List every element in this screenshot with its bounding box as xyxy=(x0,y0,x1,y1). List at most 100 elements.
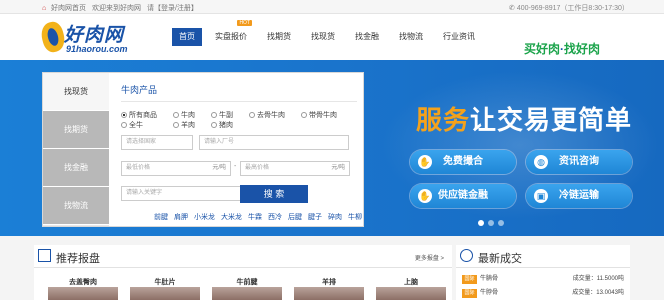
deal-qty-value: 11.5000吨 xyxy=(596,276,624,282)
phone-icon: ✆ xyxy=(509,5,515,12)
tab-futures[interactable]: 找期货 xyxy=(43,111,109,149)
nav-item-label: 行业资讯 xyxy=(443,32,475,41)
radio-circle-icon xyxy=(121,122,127,128)
consulting-button[interactable]: ◍ 资讯咨询 xyxy=(526,150,632,174)
site-logo[interactable]: 好肉网 91haorou.com xyxy=(38,19,142,56)
hot-tags: 前腱 肩胛 小米龙 大米龙 牛霖 西冷 后腱 腱子 碎肉 牛柳 xyxy=(154,212,362,222)
carousel-dots xyxy=(478,220,504,226)
nav-item-label: 首页 xyxy=(179,32,195,41)
slogan-part1: 买好肉 xyxy=(524,42,561,56)
tab-spot[interactable]: 找现货 xyxy=(43,73,109,111)
more-offers-link[interactable]: 更多报盘 > xyxy=(415,253,444,262)
radio-circle-icon xyxy=(173,112,179,118)
max-price-placeholder: 最高价格 xyxy=(245,165,270,171)
top-bar: ⌂ 好肉网首页 欢迎来到好肉网 请【登录/注册】 ✆ 400-969-8917（… xyxy=(0,0,664,14)
radio-whole-cattle[interactable]: 全牛 xyxy=(121,120,143,130)
radio-bone-in-beef[interactable]: 带骨牛肉 xyxy=(301,110,337,120)
nav-item-label: 找现货 xyxy=(311,32,335,41)
header-slogan: 买好肉·找好肉 xyxy=(524,40,600,57)
carousel-dot[interactable] xyxy=(488,220,494,226)
product-name[interactable]: 牛肚片 xyxy=(130,277,200,287)
nav-item-quotes[interactable]: 实盘报价 HOT xyxy=(208,20,254,46)
min-price-placeholder: 最低价格 xyxy=(126,165,151,171)
chart-icon xyxy=(38,249,51,262)
tag-link[interactable]: 小米龙 xyxy=(194,212,215,222)
radio-beef-offal[interactable]: 牛副 xyxy=(211,110,233,120)
search-tabs: 找现货 找期货 找金融 找物流 xyxy=(43,73,109,226)
slogan-part2: 找好肉 xyxy=(564,42,601,56)
nav-item-spot[interactable]: 找现货 xyxy=(304,28,342,46)
login-link[interactable]: 请【登录/注册】 xyxy=(147,3,198,13)
product-name[interactable]: 去盖臀肉 xyxy=(48,277,118,287)
tag-link[interactable]: 前腱 xyxy=(154,212,168,222)
home-icon: ⌂ xyxy=(42,5,47,12)
search-button[interactable]: 搜 索 xyxy=(240,185,308,203)
latest-deals-section: 最新成交 国际 牛腩骨 成交量：11.5000吨 国际 牛脖骨 成交量：13.004… xyxy=(456,245,630,300)
min-price-input[interactable]: 最低价格 元/吨 xyxy=(121,161,231,176)
nav-item-label: 找期货 xyxy=(267,32,291,41)
search-form: 牛肉产品 所有商品 牛肉 牛副 去骨牛肉 带骨牛肉 全牛 羊肉 猪肉 xyxy=(121,83,357,129)
product-name[interactable]: 羊排 xyxy=(294,277,364,287)
section-divider xyxy=(34,267,452,268)
product-image[interactable] xyxy=(376,287,446,300)
radio-beef[interactable]: 牛肉 xyxy=(173,110,195,120)
nav-item-label: 实盘报价 xyxy=(215,32,247,41)
product-image[interactable] xyxy=(212,287,282,300)
tag-link[interactable]: 大米龙 xyxy=(221,212,242,222)
globe-icon: ◍ xyxy=(534,155,548,169)
product-image[interactable] xyxy=(294,287,364,300)
nav-item-logistics[interactable]: 找物流 xyxy=(392,28,430,46)
nav-item-home[interactable]: 首页 xyxy=(172,28,202,46)
factory-input[interactable]: 请输入厂号 xyxy=(199,135,349,150)
tag-link[interactable]: 碎肉 xyxy=(328,212,342,222)
tag-link[interactable]: 牛柳 xyxy=(348,212,362,222)
deal-qty-label: 成交量： xyxy=(572,276,597,282)
tab-logistics[interactable]: 找物流 xyxy=(43,187,109,225)
search-panel: 找现货 找期货 找金融 找物流 牛肉产品 所有商品 牛肉 牛副 去骨牛肉 带骨牛… xyxy=(42,72,364,227)
tab-finance[interactable]: 找金融 xyxy=(43,149,109,187)
radio-mutton[interactable]: 羊肉 xyxy=(173,120,195,130)
radio-circle-icon xyxy=(173,122,179,128)
max-price-unit: 元/吨 xyxy=(331,165,345,171)
logo-text: 好肉网 xyxy=(64,25,125,46)
radio-label: 羊肉 xyxy=(181,122,195,129)
deal-row[interactable]: 国际 牛腩骨 成交量：11.5000吨 xyxy=(462,273,626,284)
max-price-input[interactable]: 最高价格 元/吨 xyxy=(240,161,350,176)
tag-link[interactable]: 西冷 xyxy=(268,212,282,222)
hotline-text: 400-969-8917（工作日8:30-17:30） xyxy=(516,5,629,12)
free-matching-button[interactable]: ✋ 免费撮合 xyxy=(410,150,516,174)
nav-item-news[interactable]: 行业资讯 xyxy=(436,28,482,46)
product-image[interactable] xyxy=(48,287,118,300)
tag-link[interactable]: 腱子 xyxy=(308,212,322,222)
nav-item-futures[interactable]: 找期货 xyxy=(260,28,298,46)
supply-chain-finance-button[interactable]: ✋ 供应链金融 xyxy=(410,184,516,208)
radio-all-products[interactable]: 所有商品 xyxy=(121,110,157,120)
deal-row[interactable]: 国际 牛脖骨 成交量：13.0043吨 xyxy=(462,287,626,298)
keyword-placeholder: 请输入关键字 xyxy=(126,190,163,196)
cold-chain-button[interactable]: ▣ 冷链运输 xyxy=(526,184,632,208)
hotline: ✆ 400-969-8917（工作日8:30-17:30） xyxy=(509,3,629,13)
tag-link[interactable]: 后腱 xyxy=(288,212,302,222)
country-select[interactable]: 请选择国家 xyxy=(121,135,193,150)
tag-link[interactable]: 牛霖 xyxy=(248,212,262,222)
nav-item-label: 找金融 xyxy=(355,32,379,41)
radio-label: 所有商品 xyxy=(129,112,157,119)
home-link[interactable]: ⌂ 好肉网首页 xyxy=(42,3,86,13)
product-name[interactable]: 牛前腱 xyxy=(212,277,282,287)
tag-link[interactable]: 肩胛 xyxy=(174,212,188,222)
nav-item-finance[interactable]: 找金融 xyxy=(348,28,386,46)
truck-icon: ▣ xyxy=(534,189,548,203)
logo-domain: 91haorou.com xyxy=(66,44,128,54)
radio-pork[interactable]: 猪肉 xyxy=(211,120,233,130)
carousel-dot[interactable] xyxy=(498,220,504,226)
radio-circle-icon xyxy=(211,122,217,128)
recommend-section: 推荐报盘 更多报盘 > 去盖臀肉 牛肚片 牛前腱 羊排 上脑 xyxy=(34,245,452,300)
product-image[interactable] xyxy=(130,287,200,300)
welcome-text: 欢迎来到好肉网 xyxy=(91,5,141,12)
product-name[interactable]: 上脑 xyxy=(376,277,446,287)
radio-label: 全牛 xyxy=(129,122,143,129)
nav-item-label: 找物流 xyxy=(399,32,423,41)
carousel-dot[interactable] xyxy=(478,220,484,226)
deal-qty-value: 13.0043吨 xyxy=(596,290,624,296)
radio-boneless-beef[interactable]: 去骨牛肉 xyxy=(249,110,285,120)
